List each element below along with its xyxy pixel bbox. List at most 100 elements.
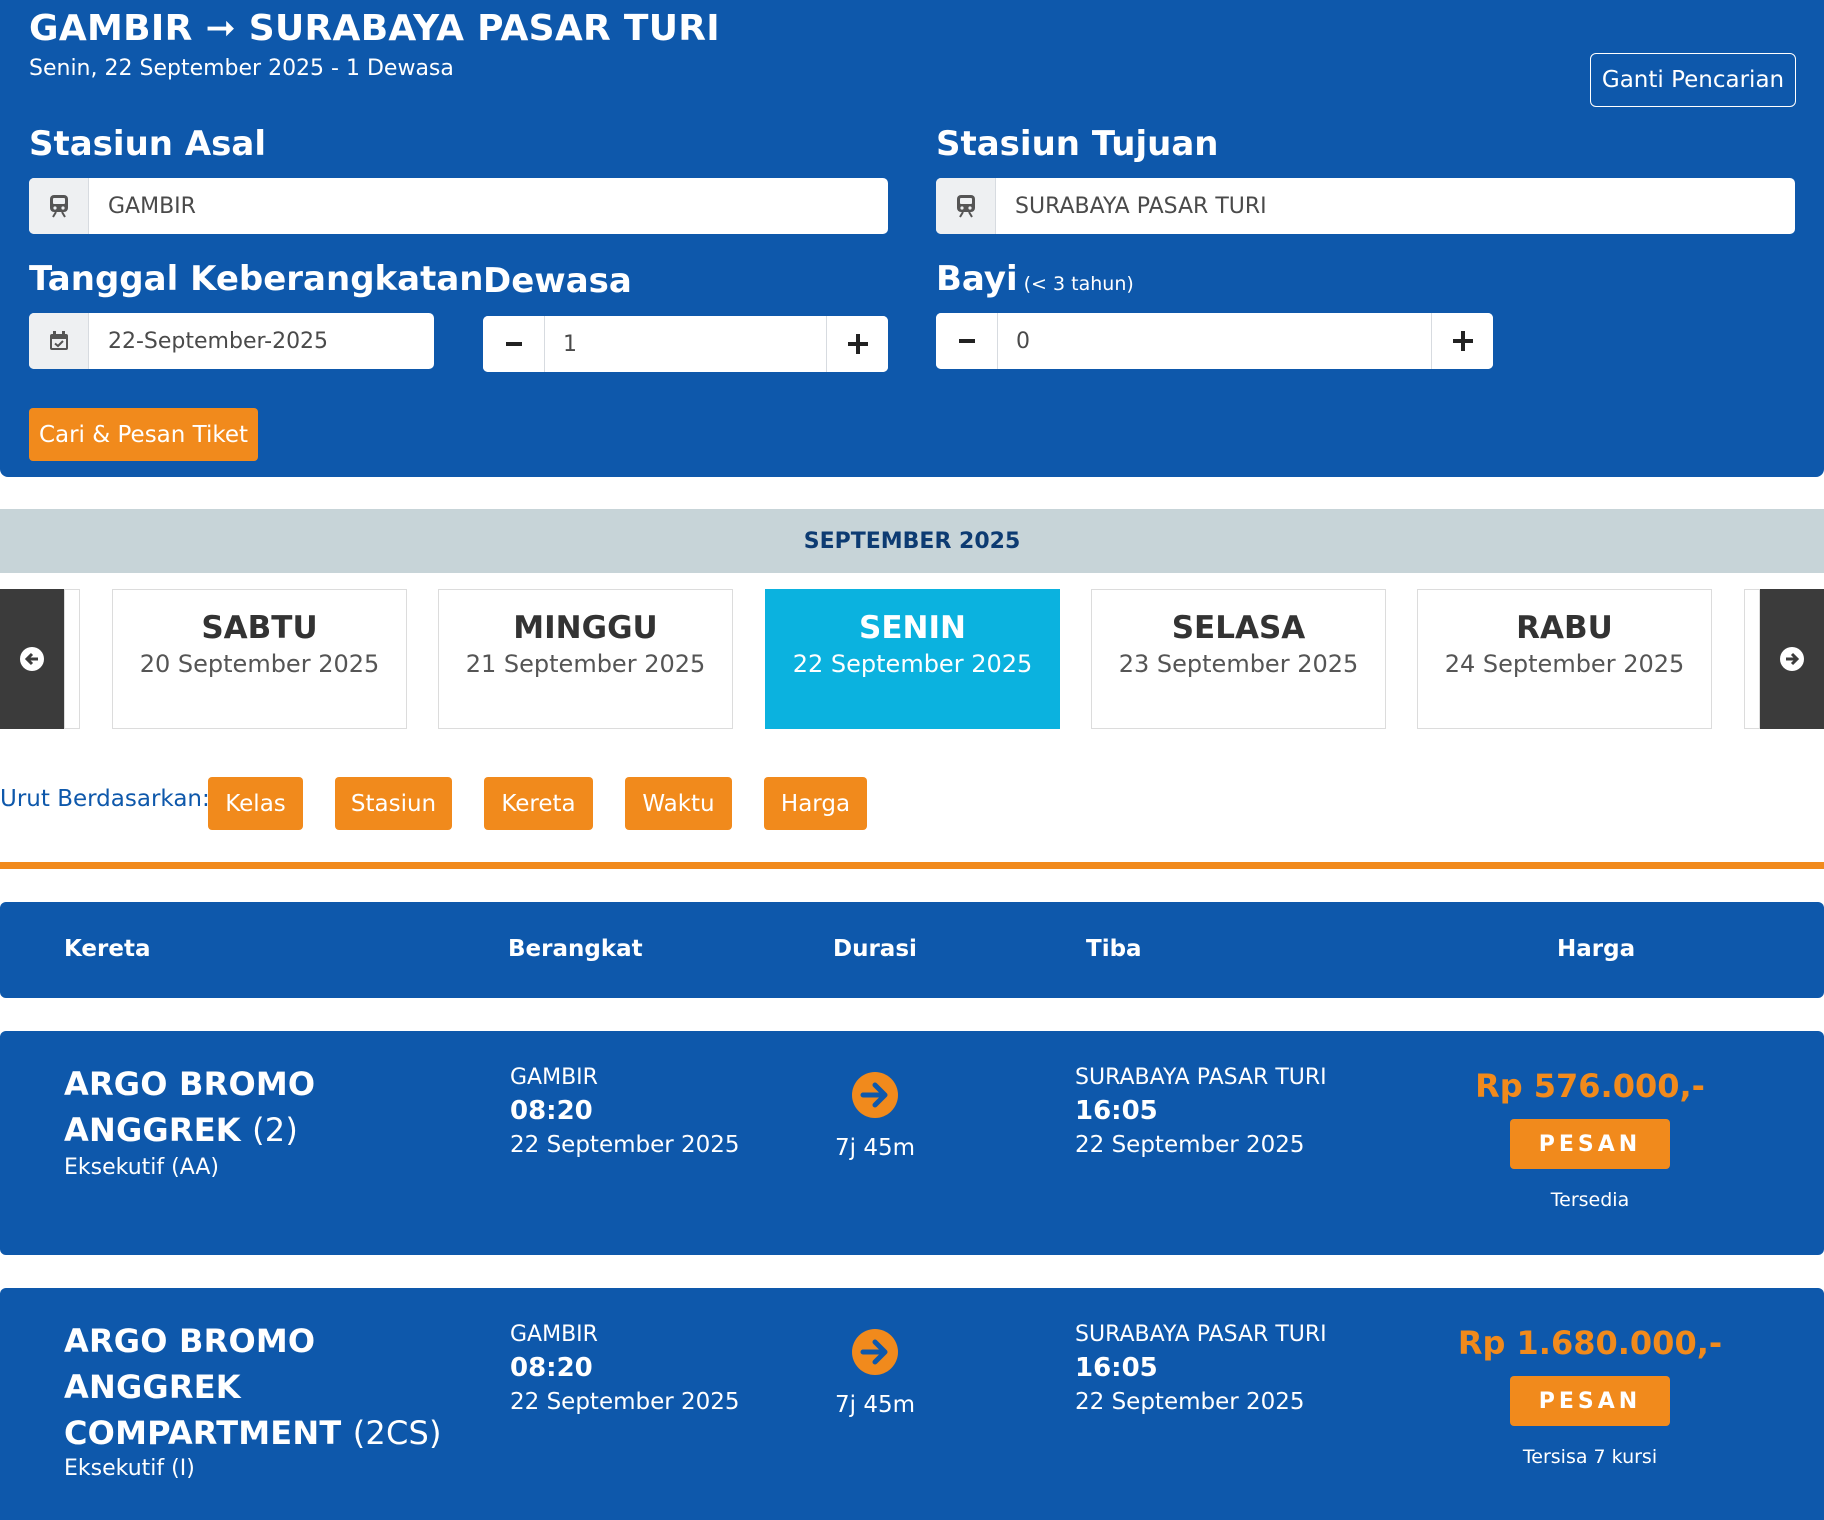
train-icon [936, 178, 996, 234]
destination-label: Stasiun Tujuan [936, 124, 1219, 164]
day-name: RABU [1516, 610, 1613, 646]
infant-count-input[interactable]: 0 [998, 313, 1431, 369]
departure-station: GAMBIR [510, 1065, 598, 1090]
divider [0, 862, 1824, 869]
duration-text: 7j 45m [834, 1392, 915, 1418]
day-name: MINGGU [513, 610, 658, 646]
arrow-circle-left-icon [20, 647, 44, 671]
destination-field[interactable]: SURABAYA PASAR TURI [936, 178, 1795, 234]
arrival-date: 22 September 2025 [1075, 1389, 1305, 1415]
train-code: (2) [252, 1111, 299, 1149]
day-card-partial [1744, 589, 1760, 729]
arrival-time: 16:05 [1075, 1096, 1158, 1126]
origin-label: Stasiun Asal [29, 124, 266, 164]
day-card[interactable]: SELASA 23 September 2025 [1091, 589, 1386, 729]
month-header: SEPTEMBER 2025 [0, 509, 1824, 573]
calendar-check-icon [29, 313, 89, 369]
infant-label-text: Bayi [936, 259, 1018, 299]
adult-minus-button[interactable] [483, 316, 545, 372]
adult-label: Dewasa [483, 261, 632, 301]
train-class: Eksekutif (I) [64, 1456, 195, 1481]
day-card-selected[interactable]: SENIN 22 September 2025 [765, 589, 1060, 729]
departure-info: GAMBIR 08:20 22 September 2025 [510, 1322, 740, 1415]
train-code: (2CS) [352, 1414, 442, 1452]
change-search-button[interactable]: Ganti Pencarian [1590, 53, 1796, 107]
departure-time: 08:20 [510, 1353, 593, 1383]
book-button[interactable]: PESAN [1510, 1376, 1670, 1426]
price-info: Rp 576.000,- PESAN Tersedia [1440, 1067, 1740, 1211]
arrival-time: 16:05 [1075, 1353, 1158, 1383]
route-from: GAMBIR [29, 8, 193, 49]
sort-time-button[interactable]: Waktu [625, 777, 732, 830]
minus-icon [505, 342, 522, 346]
arrow-circle-right-icon [852, 1072, 898, 1118]
destination-input[interactable]: SURABAYA PASAR TURI [996, 178, 1795, 234]
departure-station: GAMBIR [510, 1322, 598, 1347]
train-name: ARGO BROMO ANGGREK (2) [64, 1061, 444, 1153]
train-name: ARGO BROMO ANGGREK COMPARTMENT (2CS) [64, 1318, 444, 1456]
adult-count-input[interactable]: 1 [545, 316, 826, 372]
header-price: Harga [1557, 936, 1636, 962]
day-card[interactable]: RABU 24 September 2025 [1417, 589, 1712, 729]
book-button[interactable]: PESAN [1510, 1119, 1670, 1169]
train-result-row: ARGO BROMO ANGGREK (2) Eksekutif (AA) GA… [0, 1031, 1824, 1255]
infant-stepper[interactable]: 0 [936, 313, 1493, 369]
arrow-circle-right-icon [852, 1329, 898, 1375]
day-date: 24 September 2025 [1444, 650, 1685, 678]
plus-icon [1452, 331, 1473, 351]
header-duration: Durasi [833, 936, 917, 962]
day-card[interactable]: MINGGU 21 September 2025 [438, 589, 733, 729]
train-class: Eksekutif (AA) [64, 1155, 219, 1180]
arrival-info: SURABAYA PASAR TURI 16:05 22 September 2… [1075, 1065, 1327, 1158]
header-train: Kereta [64, 936, 151, 962]
departure-date: 22 September 2025 [510, 1389, 740, 1415]
arrow-circle-right-icon [1780, 647, 1804, 671]
day-date: 22 September 2025 [792, 650, 1033, 678]
date-input[interactable]: 22-September-2025 [89, 313, 434, 369]
date-field[interactable]: 22-September-2025 [29, 313, 434, 369]
day-name: SELASA [1171, 610, 1306, 646]
duration-text: 7j 45m [834, 1135, 915, 1161]
header-departure: Berangkat [508, 936, 643, 962]
prev-dates-button[interactable] [0, 589, 64, 729]
sort-train-button[interactable]: Kereta [484, 777, 593, 830]
train-result-row: ARGO BROMO ANGGREK COMPARTMENT (2CS) Eks… [0, 1288, 1824, 1520]
origin-field[interactable]: GAMBIR [29, 178, 888, 234]
infant-label: Bayi (< 3 tahun) [936, 259, 1134, 299]
infant-minus-button[interactable] [936, 313, 998, 369]
duration-info: 7j 45m [820, 1328, 930, 1418]
arrival-info: SURABAYA PASAR TURI 16:05 22 September 2… [1075, 1322, 1327, 1415]
price-value: Rp 576.000,- [1475, 1067, 1705, 1105]
day-card-partial [64, 589, 80, 729]
departure-info: GAMBIR 08:20 22 September 2025 [510, 1065, 740, 1158]
sort-label: Urut Berdasarkan: [0, 786, 210, 812]
search-panel: GAMBIR ➞ SURABAYA PASAR TURI Senin, 22 S… [0, 0, 1824, 477]
route-subtitle: Senin, 22 September 2025 - 1 Dewasa [29, 56, 454, 81]
next-dates-button[interactable] [1760, 589, 1824, 729]
duration-info: 7j 45m [820, 1071, 930, 1161]
infant-plus-button[interactable] [1431, 313, 1493, 369]
route-to: SURABAYA PASAR TURI [248, 8, 720, 49]
day-name: SENIN [859, 610, 966, 646]
minus-icon [958, 339, 975, 343]
day-date: 20 September 2025 [139, 650, 380, 678]
sort-class-button[interactable]: Kelas [208, 777, 303, 830]
sort-station-button[interactable]: Stasiun [335, 777, 452, 830]
date-label: Tanggal Keberangkatan [29, 259, 484, 299]
adult-plus-button[interactable] [826, 316, 888, 372]
origin-input[interactable]: GAMBIR [89, 178, 888, 234]
availability-status: Tersedia [1550, 1189, 1630, 1211]
sort-price-button[interactable]: Harga [764, 777, 867, 830]
adult-stepper[interactable]: 1 [483, 316, 888, 372]
route-title: GAMBIR ➞ SURABAYA PASAR TURI [29, 8, 720, 49]
train-icon [29, 178, 89, 234]
day-card[interactable]: SABTU 20 September 2025 [112, 589, 407, 729]
infant-age-note: (< 3 tahun) [1023, 273, 1134, 295]
arrival-date: 22 September 2025 [1075, 1132, 1305, 1158]
train-name-text: ARGO BROMO ANGGREK COMPARTMENT [64, 1322, 342, 1452]
search-book-button[interactable]: Cari & Pesan Tiket [29, 408, 258, 461]
price-value: Rp 1.680.000,- [1457, 1324, 1723, 1362]
day-name: SABTU [201, 610, 318, 646]
day-date: 23 September 2025 [1118, 650, 1359, 678]
departure-date: 22 September 2025 [510, 1132, 740, 1158]
